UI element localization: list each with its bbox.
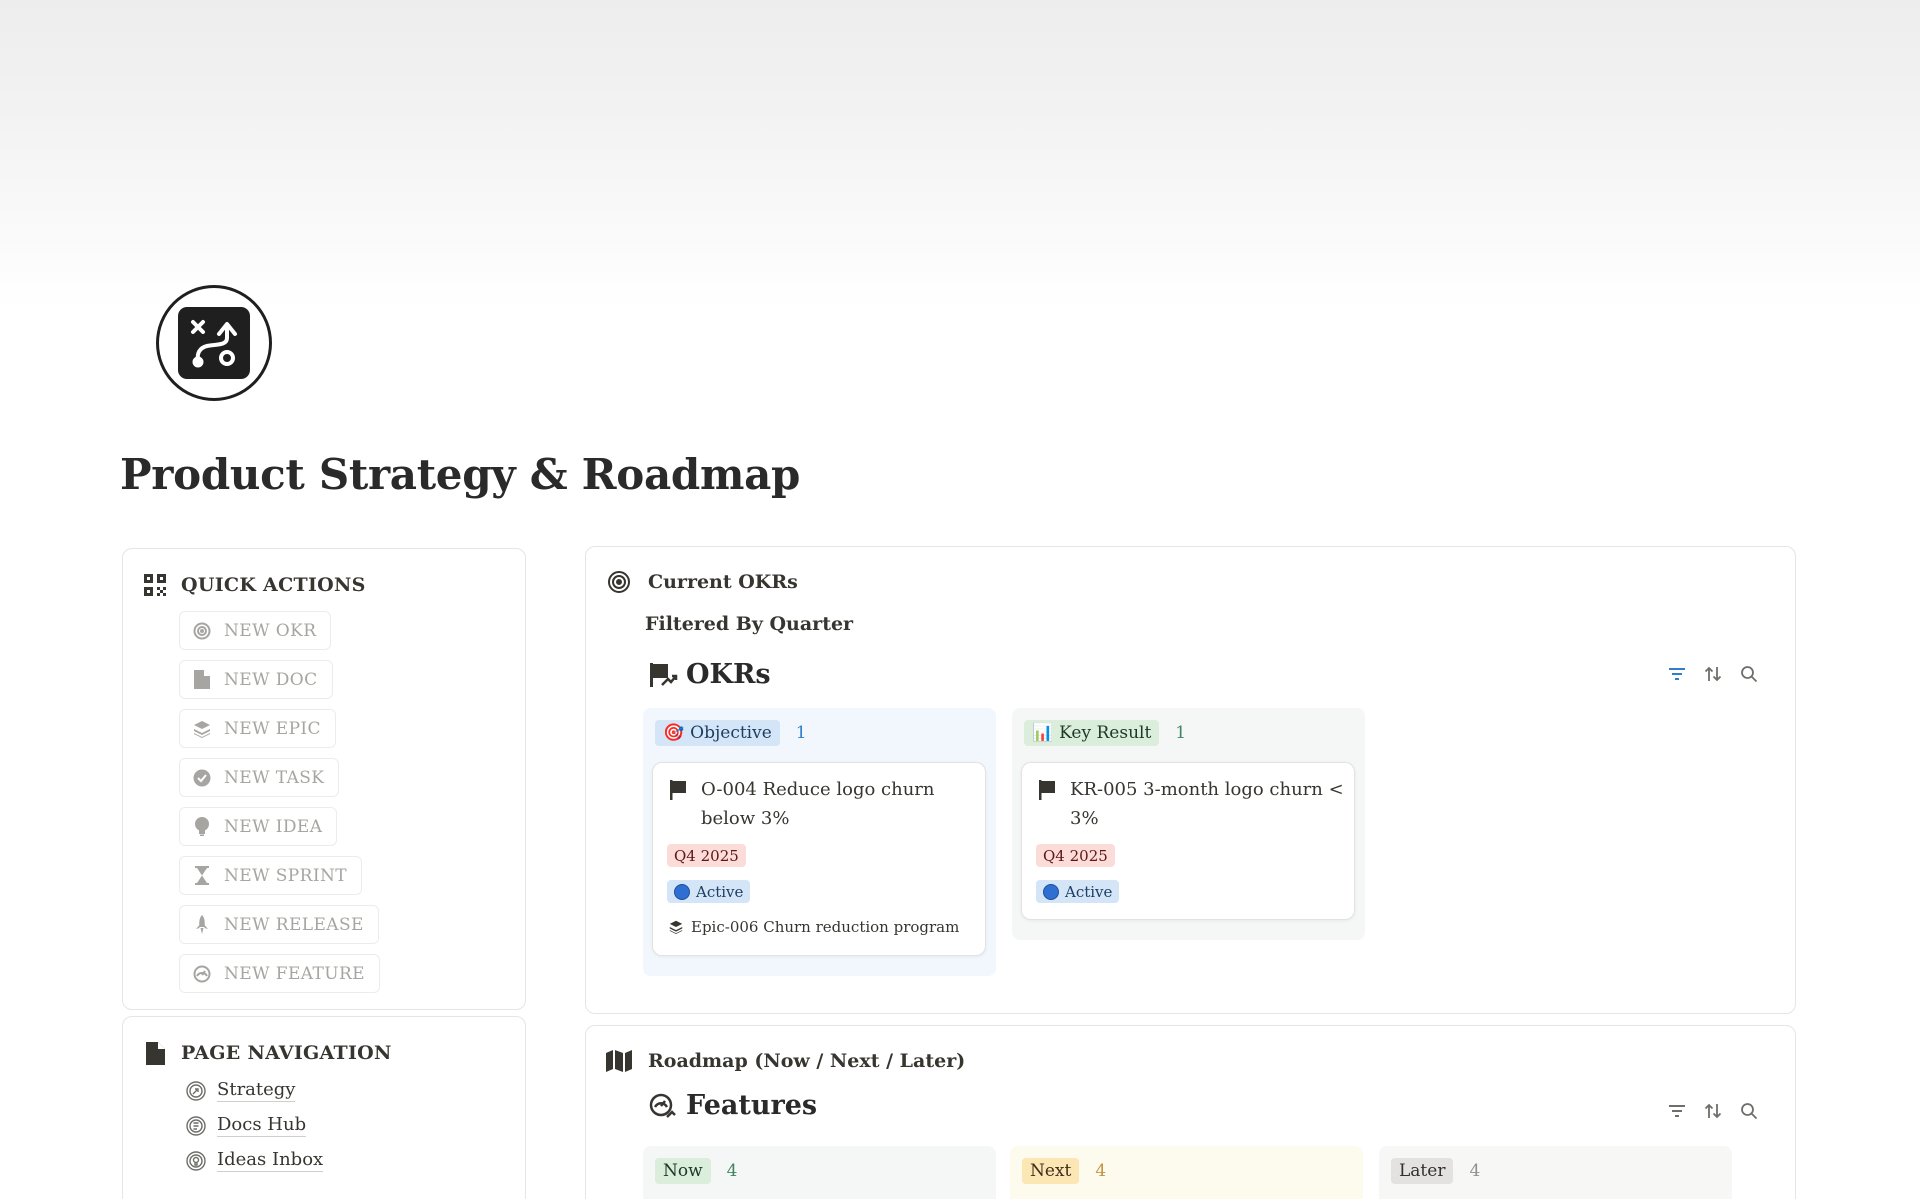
okrs-subheading: Filtered By Quarter (645, 613, 854, 635)
search-icon[interactable] (1739, 1101, 1759, 1121)
feature-gauge-icon (192, 964, 212, 984)
new-idea-button[interactable]: NEW IDEA (179, 807, 338, 846)
page-navigation-header: PAGE NAVIGATION (143, 1041, 392, 1065)
column-header-objective: 🎯 Objective 1 (655, 720, 807, 746)
new-doc-button[interactable]: NEW DOC (179, 660, 333, 699)
status-dot-icon (1043, 883, 1059, 900)
target-emoji-icon: 🎯 (663, 723, 685, 743)
layers-icon (669, 920, 683, 934)
flag-trend-icon (648, 660, 678, 690)
nav-item-ideas-inbox[interactable]: Ideas Inbox (185, 1149, 324, 1172)
qr-grid-icon (143, 573, 167, 597)
card-title: KR-005 3-month logo churn < 3% (1038, 775, 1344, 833)
board-column-next: Next 4 (1010, 1146, 1363, 1199)
group-tag-now[interactable]: Now (655, 1158, 711, 1184)
okr-card[interactable]: KR-005 3-month logo churn < 3% Q4 2025 A… (1021, 762, 1355, 920)
page-cover (0, 0, 1920, 310)
sort-icon[interactable] (1703, 1101, 1723, 1121)
board-column-key-result: 📊 Key Result 1 KR-005 3-month logo churn… (1012, 708, 1365, 940)
layers-icon (192, 719, 212, 739)
quick-actions-header: QUICK ACTIONS (143, 573, 366, 597)
current-okrs-title: Current OKRs (648, 571, 798, 593)
column-header-next: Next 4 (1022, 1158, 1106, 1184)
target-icon (192, 621, 212, 641)
group-count: 4 (726, 1161, 738, 1181)
flag-icon (1038, 780, 1058, 800)
group-count: 4 (1469, 1161, 1481, 1181)
nav-item-docs-hub[interactable]: Docs Hub (185, 1114, 323, 1137)
page-navigation-panel: PAGE NAVIGATION Strategy Docs Hub Ideas … (122, 1016, 526, 1199)
docs-icon (185, 1115, 207, 1137)
okrs-toolbar (1667, 664, 1759, 684)
hourglass-icon (192, 866, 212, 886)
roadmap-header: Roadmap (Now / Next / Later) (606, 1048, 965, 1074)
new-epic-button[interactable]: NEW EPIC (179, 709, 336, 748)
current-okrs-panel: Current OKRs Filtered By Quarter OKRs 🎯 … (585, 546, 1796, 1014)
idea-icon (185, 1150, 207, 1172)
filter-icon[interactable] (1667, 1101, 1687, 1121)
new-release-button[interactable]: NEW RELEASE (179, 905, 379, 944)
quarter-badge: Q4 2025 (667, 844, 746, 867)
okr-card[interactable]: O-004 Reduce logo churn below 3% Q4 2025… (652, 762, 986, 956)
roadmap-panel: Roadmap (Now / Next / Later) Features No… (585, 1025, 1796, 1199)
status-badge: Active (667, 880, 751, 903)
page-navigation-title: PAGE NAVIGATION (181, 1042, 392, 1064)
okrs-database-title[interactable]: OKRs (648, 659, 771, 690)
new-okr-button[interactable]: NEW OKR (179, 611, 332, 650)
group-tag-objective[interactable]: 🎯 Objective (655, 720, 780, 746)
page-title: Product Strategy & Roadmap (120, 450, 801, 499)
new-task-button[interactable]: NEW TASK (179, 758, 340, 797)
quick-actions-list: NEW OKR NEW DOC NEW EPIC NEW TASK NEW ID… (179, 611, 380, 993)
new-feature-button[interactable]: NEW FEATURE (179, 954, 380, 993)
quarter-badge: Q4 2025 (1036, 844, 1115, 867)
board-column-later: Later 4 (1379, 1146, 1732, 1199)
group-tag-key-result[interactable]: 📊 Key Result (1024, 720, 1160, 746)
board-column-objective: 🎯 Objective 1 O-004 Reduce logo churn be… (643, 708, 996, 976)
column-header-key-result: 📊 Key Result 1 (1024, 720, 1186, 746)
page-navigation-list: Strategy Docs Hub Ideas Inbox (185, 1079, 324, 1172)
nav-item-strategy[interactable]: Strategy (185, 1079, 323, 1102)
check-badge-icon (192, 768, 212, 788)
roadmap-route-icon[interactable] (156, 285, 272, 401)
group-count: 4 (1095, 1161, 1107, 1181)
quick-actions-panel: QUICK ACTIONS NEW OKR NEW DOC NEW EPIC N… (122, 548, 526, 1010)
lightbulb-icon (192, 817, 212, 837)
status-dot-icon (674, 883, 690, 900)
card-title: O-004 Reduce logo churn below 3% (669, 775, 935, 833)
flag-icon (669, 780, 689, 800)
strategy-icon (185, 1080, 207, 1102)
group-tag-next[interactable]: Next (1022, 1158, 1080, 1184)
quick-actions-title: QUICK ACTIONS (181, 574, 366, 596)
column-header-later: Later 4 (1391, 1158, 1480, 1184)
new-sprint-button[interactable]: NEW SPRINT (179, 856, 362, 895)
feature-gauge-icon (648, 1091, 678, 1121)
features-toolbar (1667, 1101, 1759, 1121)
document-icon (192, 670, 212, 690)
features-database-title[interactable]: Features (648, 1090, 817, 1121)
current-okrs-header: Current OKRs (606, 569, 798, 595)
search-icon[interactable] (1739, 664, 1759, 684)
group-count: 1 (795, 723, 807, 743)
rocket-icon (192, 914, 212, 935)
board-column-now: Now 4 (643, 1146, 996, 1199)
filter-icon[interactable] (1667, 664, 1687, 684)
bar-chart-emoji-icon: 📊 (1032, 723, 1054, 743)
group-count: 1 (1175, 723, 1187, 743)
document-icon (143, 1041, 167, 1065)
column-header-now: Now 4 (655, 1158, 738, 1184)
group-tag-later[interactable]: Later (1391, 1158, 1454, 1184)
sort-icon[interactable] (1703, 664, 1723, 684)
related-epic[interactable]: Epic-006 Churn reduction program (669, 918, 959, 936)
roadmap-title: Roadmap (Now / Next / Later) (648, 1050, 966, 1072)
target-icon (606, 569, 632, 595)
status-badge: Active (1036, 880, 1120, 903)
map-icon (606, 1048, 632, 1074)
